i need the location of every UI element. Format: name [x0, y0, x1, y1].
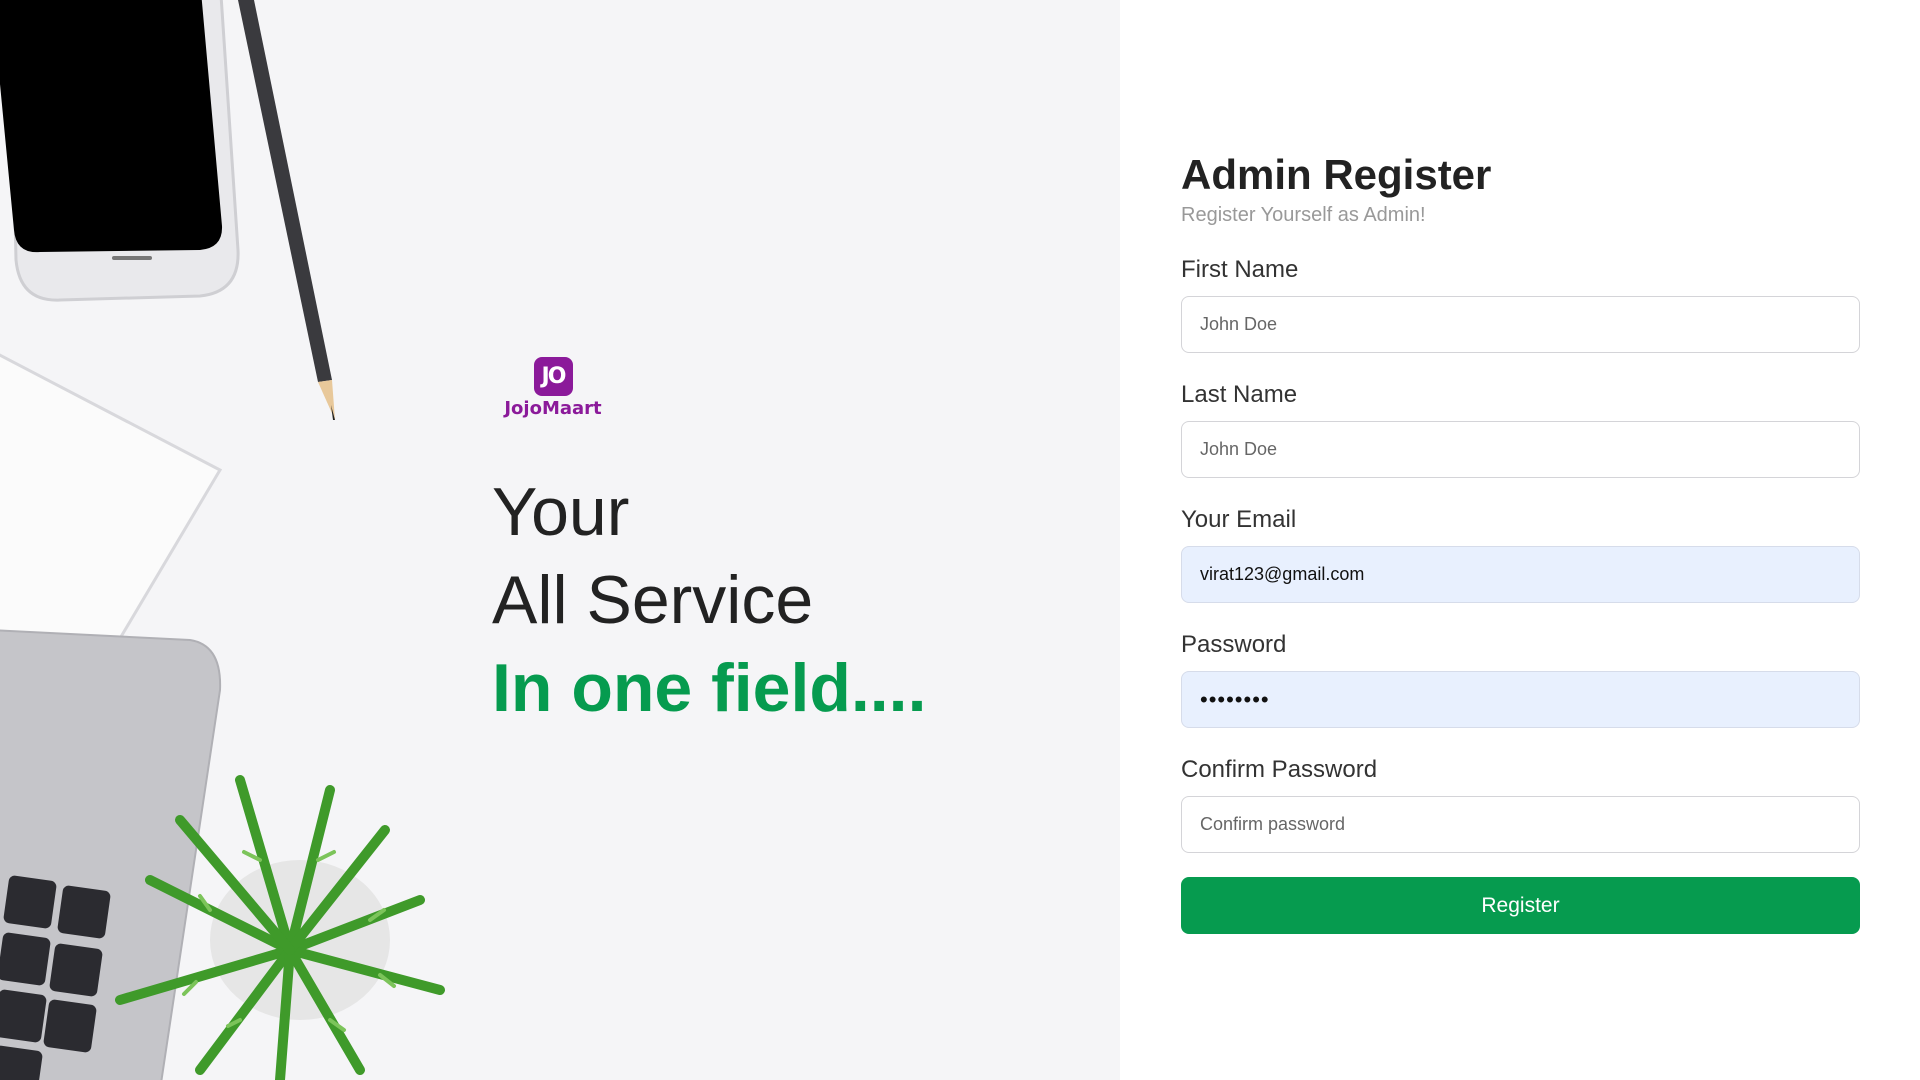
- first-name-input[interactable]: [1181, 296, 1860, 353]
- tagline-line-1: Your: [492, 474, 630, 550]
- confirm-password-field-group: Confirm Password: [1181, 756, 1860, 853]
- hero-panel: JO JojoMaart Your All Service In one fie…: [0, 0, 1120, 1080]
- admin-register-form: Admin Register Register Yourself as Admi…: [1181, 150, 1860, 934]
- brand-name: JojoMaart: [504, 398, 602, 419]
- email-field-group: Your Email: [1181, 506, 1860, 603]
- confirm-password-input[interactable]: [1181, 796, 1860, 853]
- email-input[interactable]: [1181, 546, 1860, 603]
- tagline-line-2: All Service: [492, 562, 814, 638]
- brand-badge: JO: [533, 357, 573, 396]
- last-name-input[interactable]: [1181, 421, 1860, 478]
- email-label: Your Email: [1181, 506, 1297, 533]
- hero-tagline: Your All Service In one field....: [492, 468, 926, 732]
- password-input[interactable]: [1181, 671, 1860, 728]
- form-title: Admin Register: [1181, 151, 1492, 198]
- last-name-label: Last Name: [1181, 381, 1298, 408]
- tagline-line-3: In one field....: [492, 650, 927, 726]
- pencil-image: [238, 0, 335, 420]
- register-panel: Admin Register Register Yourself as Admi…: [1120, 0, 1920, 1080]
- brand-logo: JO JojoMaart: [503, 357, 603, 419]
- last-name-field-group: Last Name: [1181, 381, 1860, 478]
- first-name-field-group: First Name: [1181, 256, 1860, 353]
- register-button[interactable]: Register: [1181, 877, 1860, 934]
- laptop-image: [0, 629, 222, 1080]
- phone-image: [0, 0, 240, 302]
- password-label: Password: [1181, 631, 1287, 658]
- confirm-password-label: Confirm Password: [1181, 756, 1378, 783]
- form-subtitle: Register Yourself as Admin!: [1181, 204, 1426, 226]
- password-field-group: Password: [1181, 631, 1860, 728]
- first-name-label: First Name: [1181, 256, 1299, 283]
